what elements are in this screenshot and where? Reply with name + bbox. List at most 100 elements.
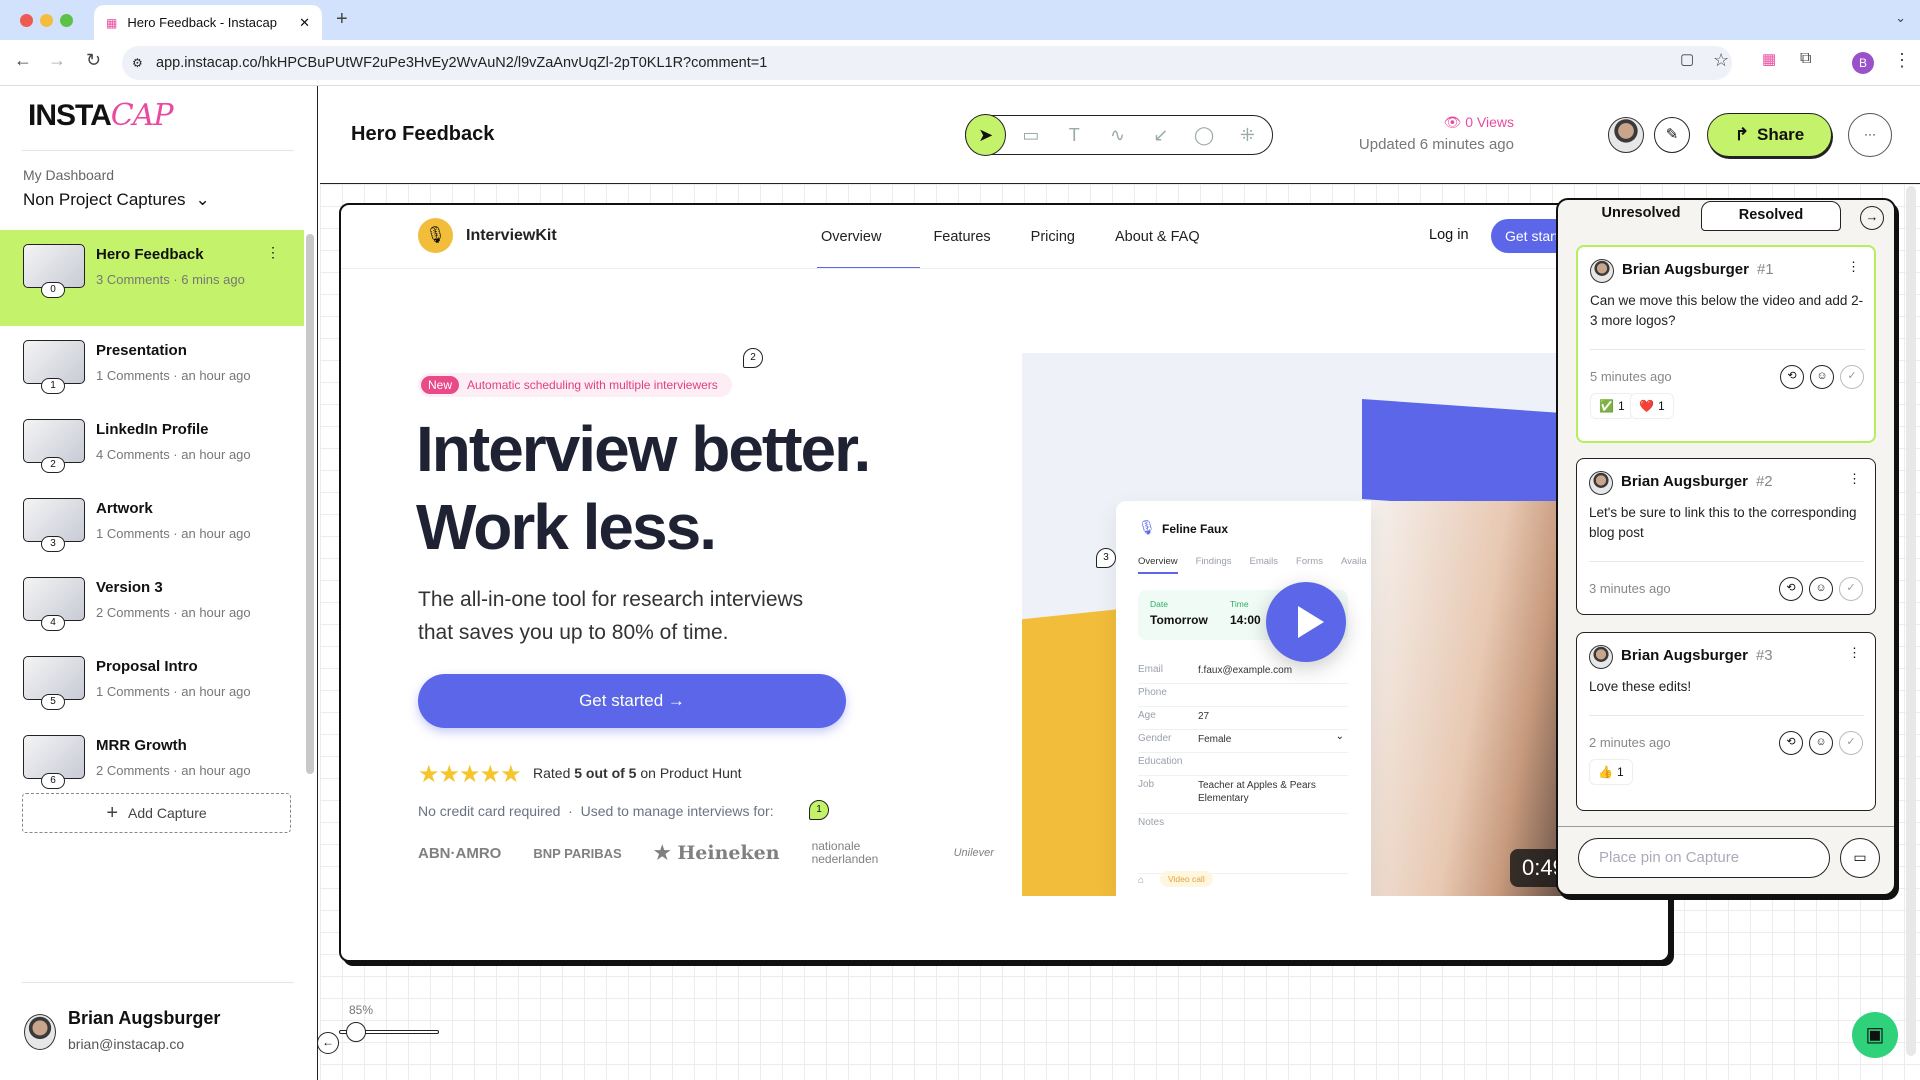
forward-icon[interactable]: → bbox=[48, 50, 66, 71]
site-settings-icon[interactable]: ⚙ bbox=[132, 56, 143, 70]
edit-button[interactable]: ✎ bbox=[1654, 117, 1690, 153]
chat-support-button[interactable]: ▣ bbox=[1852, 1012, 1898, 1058]
field-label: Email bbox=[1138, 664, 1164, 675]
resolve-button[interactable]: ✓ bbox=[1840, 365, 1864, 389]
capture-item[interactable]: 5 Proposal Intro 1 Comments · an hour ago bbox=[0, 642, 304, 721]
capture-frame[interactable]: 🎙 InterviewKit Overview Features Pricing Ab… bbox=[339, 203, 1670, 962]
place-pin-input[interactable]: Place pin on Capture bbox=[1578, 838, 1830, 878]
project-select[interactable]: Non Project Captures ⌄ bbox=[23, 190, 210, 210]
participant-tab[interactable]: Findings bbox=[1196, 556, 1232, 574]
capture-list: 0 Hero Feedback 3 Comments · 6 mins ago ⋮ 1 P… bbox=[0, 230, 304, 863]
participant-tab[interactable]: Availa bbox=[1341, 556, 1367, 574]
tool-cursor[interactable]: ➤ bbox=[965, 114, 1007, 156]
url-input[interactable]: ⚙ app.instacap.co/hkHPCBuPUtWF2uPe3HvEy2… bbox=[122, 46, 1732, 80]
capture-item[interactable]: 1 Presentation 1 Comments · an hour ago bbox=[0, 326, 304, 405]
comment-text: Can we move this below the video and add… bbox=[1590, 293, 1864, 328]
close-tab-icon[interactable]: ✕ bbox=[299, 15, 310, 31]
rating-stars: ★★★★★ bbox=[418, 761, 522, 788]
instacap-logo[interactable]: INSTACAP bbox=[28, 98, 174, 133]
comment-card[interactable]: Brian Augsburger #1 ⋮ Can we move this belo… bbox=[1576, 245, 1876, 443]
close-window-button[interactable] bbox=[20, 14, 33, 27]
tab-resolved[interactable]: Resolved bbox=[1701, 201, 1841, 231]
maximize-window-button[interactable] bbox=[60, 14, 73, 27]
capture-title: LinkedIn Profile bbox=[96, 421, 209, 438]
reply-button[interactable]: ⟲ bbox=[1779, 731, 1803, 755]
add-reaction-button[interactable]: ☺ bbox=[1809, 577, 1833, 601]
reaction-chip[interactable]: 👍 1 bbox=[1589, 759, 1633, 785]
reaction-chip[interactable]: ❤️ 1 bbox=[1630, 393, 1674, 419]
add-reaction-icon: ☺ bbox=[1815, 582, 1827, 594]
play-button[interactable] bbox=[1266, 582, 1346, 662]
comment-menu-icon[interactable]: ⋮ bbox=[1848, 645, 1861, 661]
landing-nav-about[interactable]: About & FAQ bbox=[1115, 229, 1200, 245]
tab-title: Hero Feedback - Instacap bbox=[127, 15, 277, 30]
resolve-button[interactable]: ✓ bbox=[1839, 731, 1863, 755]
reply-button[interactable]: ⟲ bbox=[1780, 365, 1804, 389]
browser-tab[interactable]: ▦ Hero Feedback - Instacap ✕ bbox=[94, 5, 322, 40]
minimize-window-button[interactable] bbox=[40, 14, 53, 27]
add-reaction-button[interactable]: ☺ bbox=[1810, 365, 1834, 389]
chevron-down-icon[interactable]: ⌄ bbox=[1336, 731, 1344, 742]
views-text: 0 Views bbox=[1465, 114, 1514, 130]
favicon-icon: ▦ bbox=[106, 15, 118, 30]
capture-item[interactable]: 0 Hero Feedback 3 Comments · 6 mins ago ⋮ bbox=[0, 230, 304, 326]
item-menu-icon[interactable]: ⋮ bbox=[266, 244, 280, 261]
tab-list-chevron-icon[interactable]: ⌄ bbox=[1895, 10, 1906, 26]
participant-tab[interactable]: Forms bbox=[1296, 556, 1323, 574]
reply-button[interactable]: ⟲ bbox=[1779, 577, 1803, 601]
user-email: brian@instacap.co bbox=[68, 1036, 185, 1052]
new-tab-button[interactable]: + bbox=[336, 8, 348, 31]
comment-menu-icon[interactable]: ⋮ bbox=[1847, 259, 1860, 275]
comment-card[interactable]: Brian Augsburger #3 ⋮ Love these edits! 2 mi… bbox=[1576, 632, 1876, 811]
interviewkit-logo-icon: 🎙 bbox=[418, 218, 453, 253]
updated-time: Updated 6 minutes ago bbox=[1358, 136, 1514, 153]
share-button[interactable]: ↱ Share bbox=[1707, 113, 1832, 157]
hero-get-started-button[interactable]: Get started → bbox=[418, 674, 846, 728]
participant-tab[interactable]: Overview bbox=[1138, 556, 1178, 574]
collapse-sidebar-button[interactable]: ← bbox=[317, 1032, 339, 1054]
comment-pin-3[interactable]: 3 bbox=[1096, 548, 1116, 568]
login-link[interactable]: Log in bbox=[1429, 227, 1469, 243]
comment-number: #3 bbox=[1755, 647, 1773, 664]
participant-tab[interactable]: Emails bbox=[1250, 556, 1279, 574]
more-options-button[interactable]: ··· bbox=[1848, 113, 1892, 157]
bookmark-page-icon[interactable]: ▢ bbox=[1680, 50, 1694, 68]
customer-logo: nationale nederlanden bbox=[811, 839, 879, 866]
record-video-button[interactable]: ▭ bbox=[1840, 838, 1880, 878]
landing-nav-features[interactable]: Features bbox=[933, 229, 990, 245]
collapse-panel-arrow-icon[interactable]: → bbox=[1860, 206, 1884, 230]
reaction-chip[interactable]: ✅ 1 bbox=[1590, 393, 1634, 419]
back-icon[interactable]: ← bbox=[14, 50, 32, 71]
comment-pin-2[interactable]: 2 bbox=[743, 348, 763, 368]
mic-icon: 🎙 bbox=[1138, 519, 1156, 535]
tool-comment[interactable]: ▭ bbox=[1012, 116, 1049, 154]
instacap-extension-icon[interactable]: ▦ bbox=[1762, 50, 1776, 68]
comment-pin-1[interactable]: 1 bbox=[809, 800, 829, 820]
resolve-button[interactable]: ✓ bbox=[1839, 577, 1863, 601]
capture-item[interactable]: 4 Version 3 2 Comments · an hour ago bbox=[0, 563, 304, 642]
sidebar-scrollbar[interactable] bbox=[306, 234, 314, 774]
add-capture-button[interactable]: + Add Capture bbox=[22, 793, 291, 833]
canvas-scrollbar[interactable] bbox=[1906, 186, 1916, 1056]
reload-icon[interactable]: ↻ bbox=[86, 50, 101, 71]
tab-unresolved[interactable]: Unresolved bbox=[1576, 198, 1706, 228]
capture-item[interactable]: 6 MRR Growth 2 Comments · an hour ago bbox=[0, 721, 304, 800]
profile-avatar[interactable]: B bbox=[1852, 52, 1874, 74]
landing-nav-pricing[interactable]: Pricing bbox=[1031, 229, 1075, 245]
star-icon[interactable]: ☆ bbox=[1713, 50, 1729, 71]
announcement-badge[interactable]: New Automatic scheduling with multiple in… bbox=[418, 373, 732, 397]
browser-menu-icon[interactable]: ⋮ bbox=[1893, 50, 1911, 71]
tag-icon: ⌂ bbox=[1138, 875, 1145, 886]
tool-text[interactable]: T bbox=[1056, 116, 1093, 154]
extensions-icon[interactable]: ⧉ bbox=[1800, 50, 1811, 68]
comment-card[interactable]: Brian Augsburger #2 ⋮ Let's be sure to link… bbox=[1576, 458, 1876, 615]
comment-author: Brian Augsburger #3 bbox=[1621, 647, 1773, 664]
comment-menu-icon[interactable]: ⋮ bbox=[1848, 471, 1861, 487]
capture-index: 4 bbox=[41, 615, 65, 631]
add-reaction-button[interactable]: ☺ bbox=[1809, 731, 1833, 755]
capture-item[interactable]: 3 Artwork 1 Comments · an hour ago bbox=[0, 484, 304, 563]
owner-avatar[interactable] bbox=[1608, 117, 1644, 153]
capture-meta: 1 Comments · an hour ago bbox=[96, 526, 251, 541]
capture-item[interactable]: 2 LinkedIn Profile 4 Comments · an hour ag… bbox=[0, 405, 304, 484]
landing-nav-overview[interactable]: Overview bbox=[821, 229, 881, 245]
